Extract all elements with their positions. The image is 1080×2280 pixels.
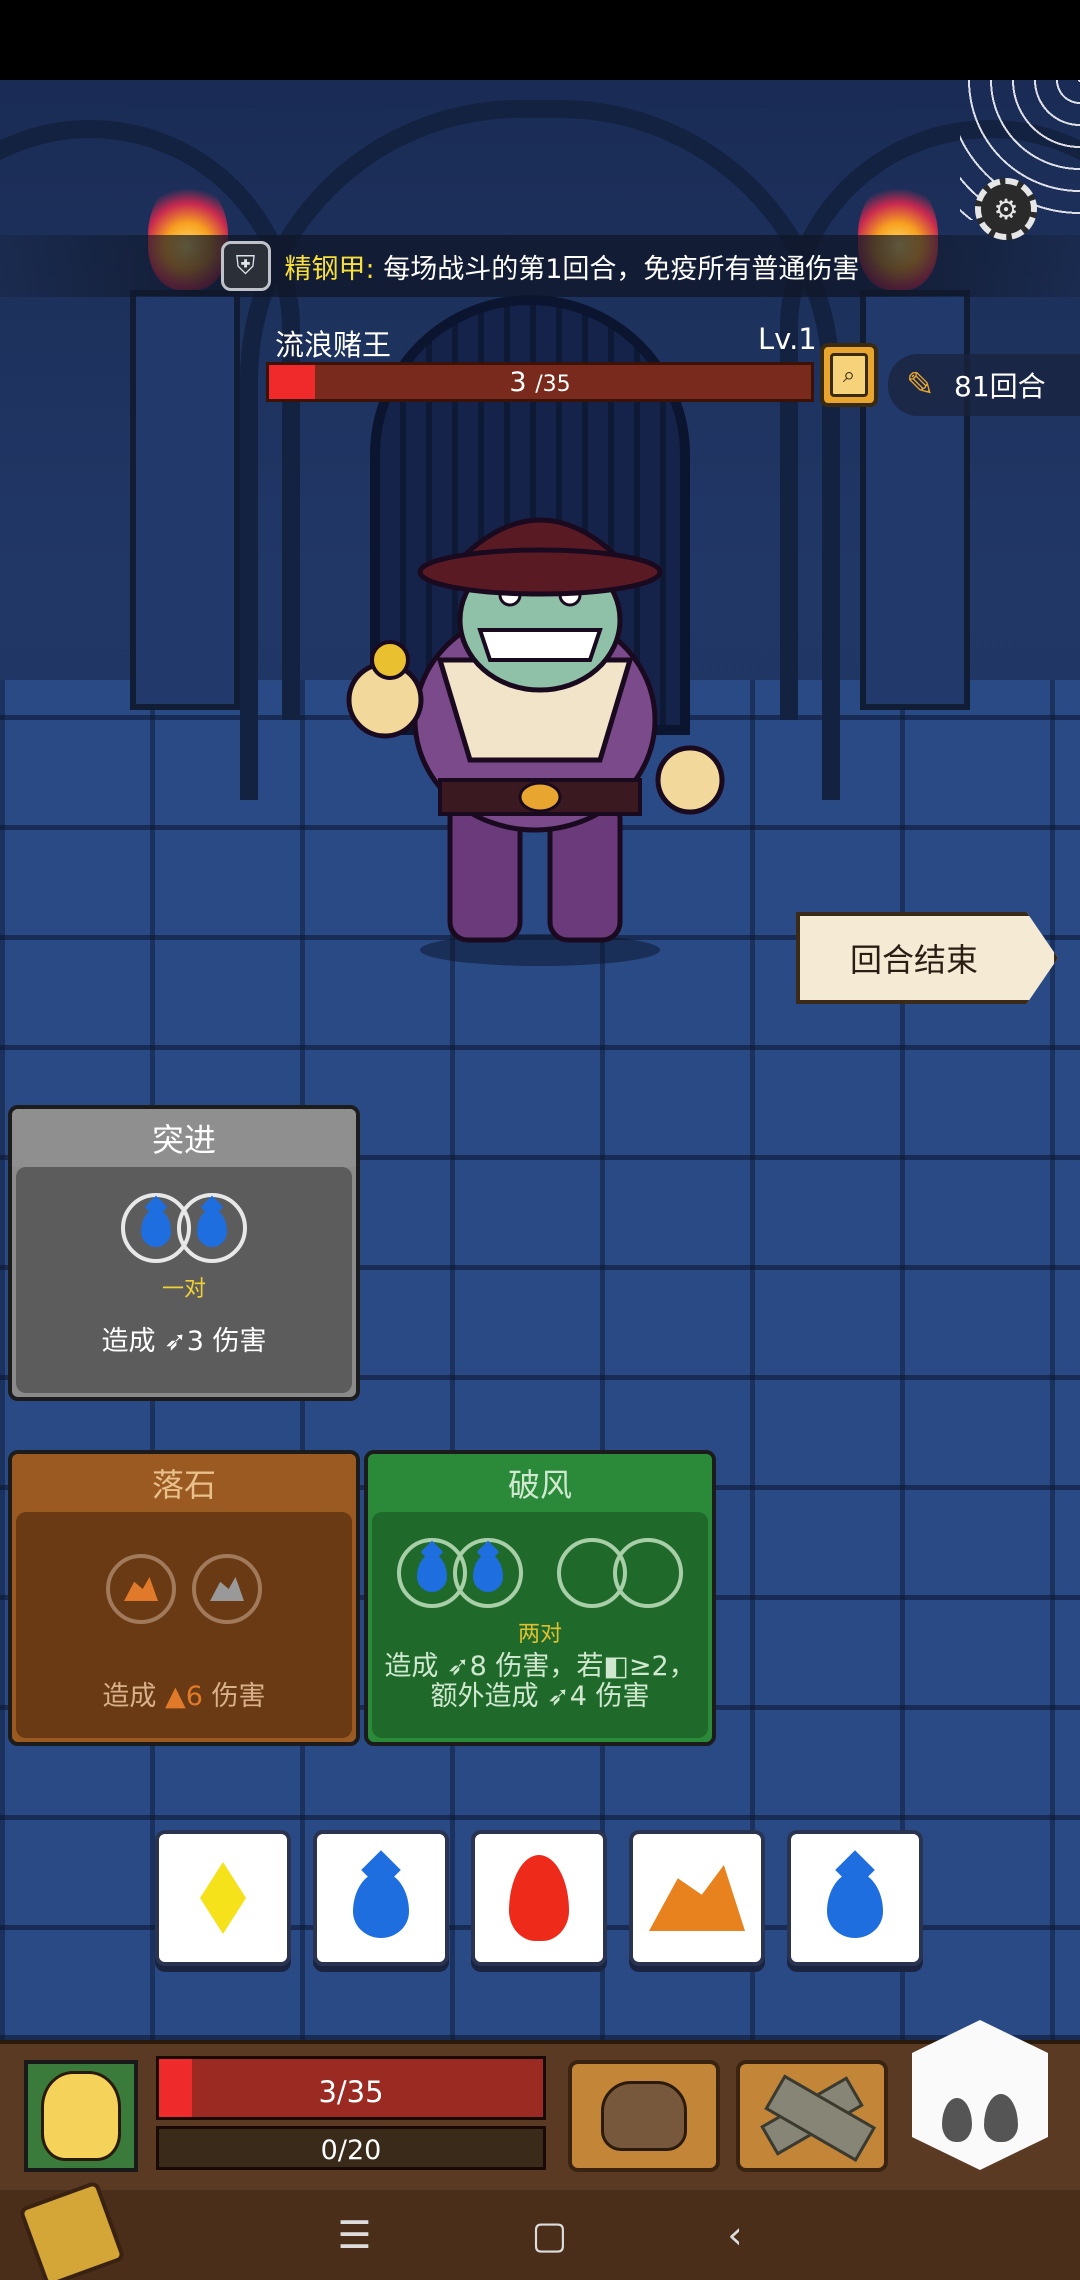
left-pillar bbox=[130, 290, 240, 710]
round-counter: ✎ 81回合 bbox=[888, 354, 1080, 416]
player-hp-bar: 3/35 bbox=[156, 2056, 546, 2120]
card-desc-suffix: 伤害 bbox=[202, 1681, 266, 1712]
fire-icon bbox=[984, 2094, 1018, 2142]
card-description: 造成 ➶8 伤害，若◧≥2，额外造成 ➶4 伤害 bbox=[384, 1651, 696, 1712]
water-drop-icon bbox=[197, 1209, 227, 1247]
enemy-hp-text: 3 /35 bbox=[269, 367, 811, 398]
card-desc-prefix: 造成 bbox=[102, 1681, 166, 1712]
slot-pair bbox=[397, 1538, 523, 1608]
skill-card-charge[interactable]: 突进 一对 造成 ➶3 伤害 bbox=[8, 1105, 360, 1401]
end-turn-button[interactable]: 回合结束 bbox=[796, 912, 1058, 1004]
round-label: 81回合 bbox=[954, 370, 1046, 403]
card-description: 造成 ➶3 伤害 bbox=[101, 1326, 267, 1357]
card-body: 两对 造成 ➶8 伤害，若◧≥2，额外造成 ➶4 伤害 bbox=[372, 1512, 708, 1738]
hero-face-icon bbox=[41, 2071, 121, 2161]
card-title: 破风 bbox=[368, 1454, 712, 1512]
card-body: 造成 ▲6 伤害 bbox=[16, 1512, 352, 1738]
player-shield-text: 0/20 bbox=[320, 2135, 382, 2166]
equipment-bandage[interactable] bbox=[736, 2060, 888, 2172]
scroll-icon: ✎ bbox=[906, 365, 935, 405]
water-drop-icon bbox=[141, 1209, 171, 1247]
dice-slots bbox=[16, 1554, 352, 1624]
enemy-gambler-king[interactable] bbox=[330, 500, 750, 970]
slot-pair bbox=[557, 1538, 683, 1608]
settings-gear-icon[interactable]: ⚙ bbox=[975, 178, 1037, 240]
card-title: 落石 bbox=[12, 1454, 356, 1512]
dice-slots bbox=[372, 1538, 708, 1608]
skill-card-rockfall[interactable]: 落石 造成 ▲6 伤害 bbox=[8, 1450, 360, 1746]
bandage-icon bbox=[760, 2076, 864, 2156]
spiked-fist-icon bbox=[601, 2081, 687, 2151]
armor-icon: ⛨ bbox=[220, 241, 271, 291]
enemy-hp-current: 3 bbox=[509, 367, 527, 398]
system-nav-bar: ☰ ▢ ‹ bbox=[0, 2190, 1080, 2280]
water-drop-icon bbox=[942, 2098, 972, 2142]
lightning-diamond-icon bbox=[200, 1862, 246, 1934]
card-desc-value: ▲6 bbox=[165, 1681, 203, 1712]
enemy-level: Lv.1 bbox=[758, 322, 817, 356]
player-shield-bar: 0/20 bbox=[156, 2126, 546, 2170]
dice-slot-empty[interactable] bbox=[192, 1554, 262, 1624]
equipment-gauntlet[interactable] bbox=[568, 2060, 720, 2172]
dice-slot-filled[interactable] bbox=[453, 1538, 523, 1608]
inspect-enemy-button[interactable]: ⌕ bbox=[820, 343, 878, 407]
enemy-hp-max: /35 bbox=[535, 372, 571, 397]
die-water[interactable] bbox=[313, 1830, 449, 1966]
card-title: 突进 bbox=[12, 1109, 356, 1167]
enemy-name: 流浪赌王 bbox=[275, 328, 392, 362]
dice-slot-empty[interactable] bbox=[106, 1554, 176, 1624]
die-water[interactable] bbox=[787, 1830, 923, 1966]
player-avatar[interactable] bbox=[24, 2060, 138, 2172]
perk-name: 精钢甲 bbox=[284, 253, 366, 285]
water-drop-icon bbox=[417, 1554, 447, 1592]
enemy-hp-bar: 3 /35 bbox=[266, 362, 814, 402]
perk-banner: ⛨ 精钢甲: 每场战斗的第1回合，免疫所有普通伤害 bbox=[0, 235, 1080, 297]
slot-pair bbox=[121, 1193, 247, 1263]
dice-slot-empty[interactable] bbox=[613, 1538, 683, 1608]
card-condition: 两对 bbox=[517, 1622, 562, 1647]
dice-slots bbox=[16, 1193, 352, 1263]
magnifier-icon: ⌕ bbox=[830, 353, 868, 397]
skill-card-windbreak[interactable]: 破风 两对 造成 ➶8 伤害，若◧≥2，额外造成 ➶4 伤害 bbox=[364, 1450, 716, 1746]
die-fire[interactable] bbox=[471, 1830, 607, 1966]
rock-icon bbox=[124, 1577, 158, 1601]
dice-slot-filled[interactable] bbox=[177, 1193, 247, 1263]
dice-tray bbox=[155, 1830, 923, 1966]
water-drop-icon bbox=[353, 1872, 409, 1938]
die-earth[interactable] bbox=[629, 1830, 765, 1966]
card-body: 一对 造成 ➶3 伤害 bbox=[16, 1167, 352, 1393]
home-icon[interactable]: ▢ bbox=[531, 2213, 567, 2257]
status-bar bbox=[0, 0, 1080, 80]
fire-icon bbox=[509, 1855, 569, 1941]
perk-description: 每场战斗的第1回合，免疫所有普通伤害 bbox=[383, 253, 860, 285]
rock-icon bbox=[210, 1577, 244, 1601]
die-lightning[interactable] bbox=[155, 1830, 291, 1966]
card-description: 造成 ▲6 伤害 bbox=[16, 1682, 352, 1712]
rock-icon bbox=[649, 1865, 745, 1931]
water-drop-icon bbox=[473, 1554, 503, 1592]
player-hp-text: 3/35 bbox=[318, 2075, 384, 2109]
card-condition: 一对 bbox=[161, 1277, 206, 1302]
back-icon[interactable]: ‹ bbox=[727, 2213, 742, 2257]
perk-separator: : bbox=[365, 253, 375, 285]
menu-icon[interactable]: ☰ bbox=[337, 2213, 371, 2257]
water-drop-icon bbox=[827, 1872, 883, 1938]
